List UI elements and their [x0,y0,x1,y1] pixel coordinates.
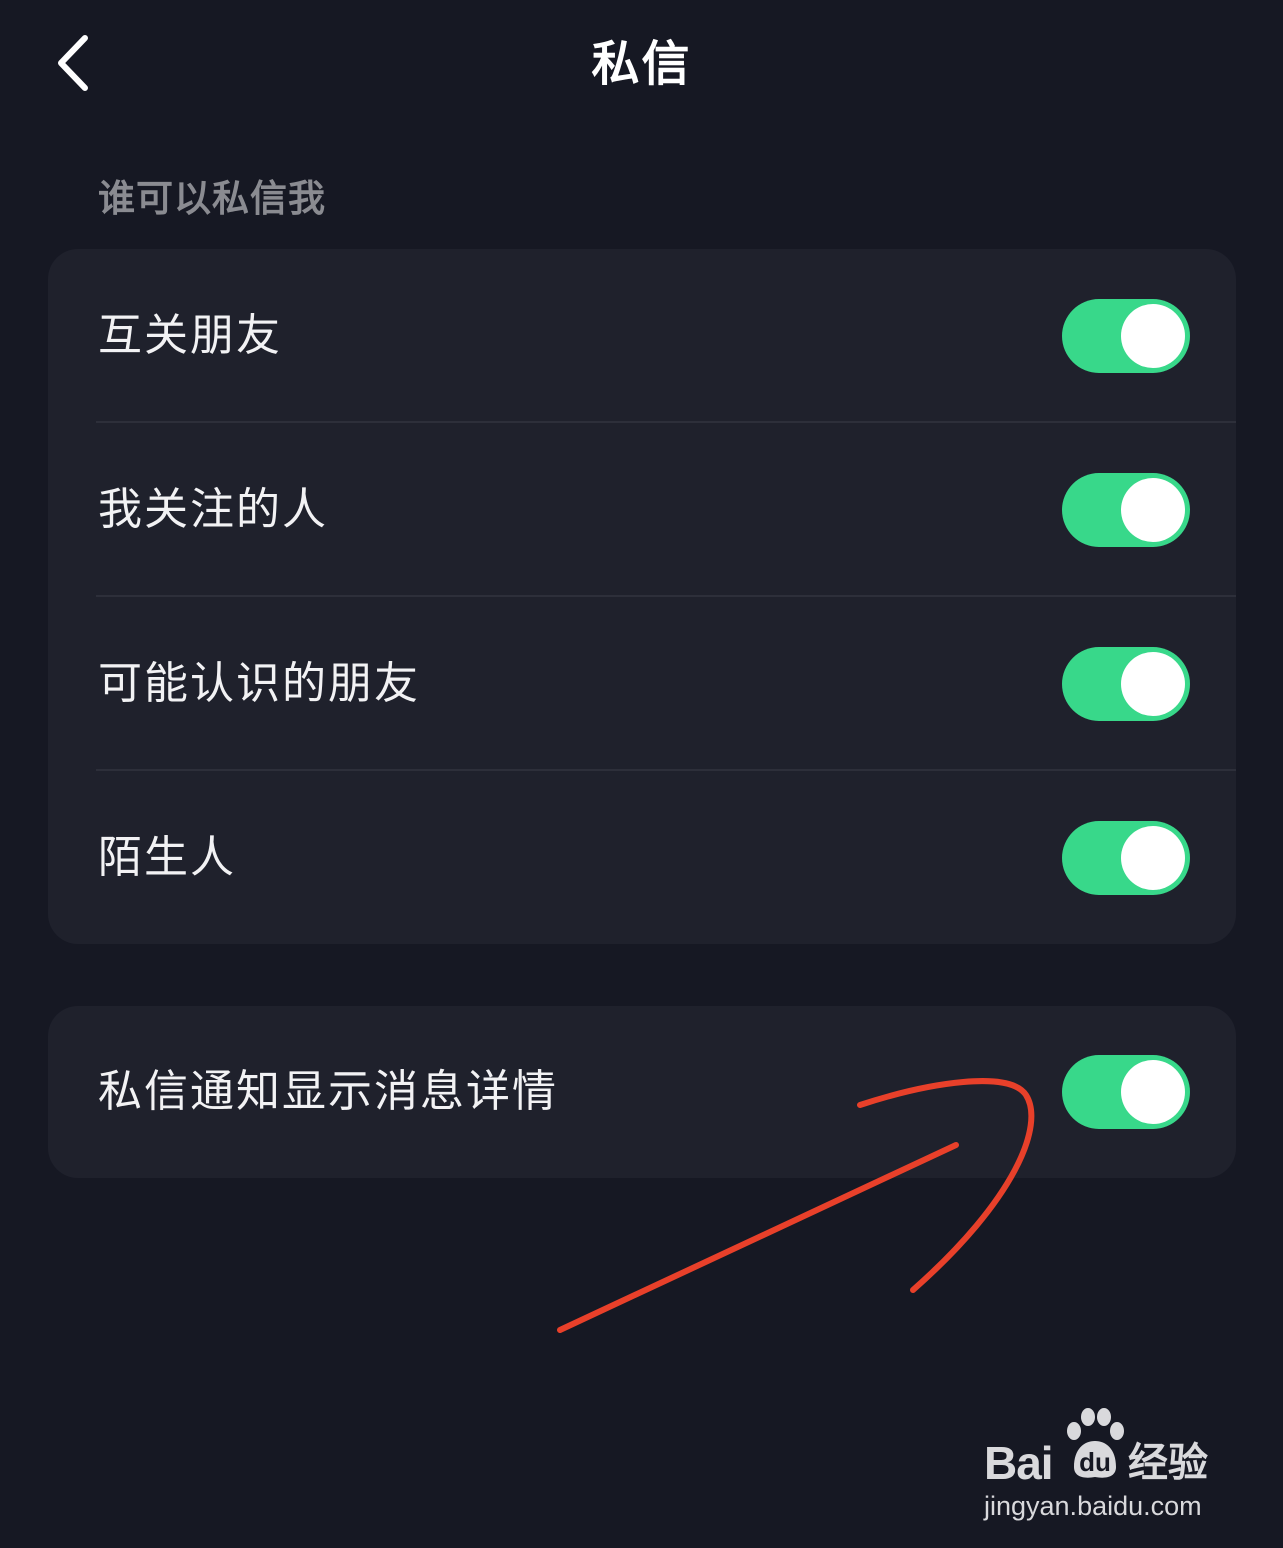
toggle-notification-details[interactable] [1062,1055,1190,1129]
setting-row-mutual-friends: 互关朋友 [48,249,1236,423]
setting-row-strangers: 陌生人 [48,771,1236,944]
watermark-du: du [1079,1447,1111,1477]
setting-row-people-you-may-know: 可能认识的朋友 [48,597,1236,771]
nav-bar: 私信 [0,0,1283,130]
setting-label: 私信通知显示消息详情 [98,1066,558,1117]
toggle-strangers[interactable] [1062,821,1190,895]
toggle-knob [1121,1060,1185,1124]
paw-icon: du [1067,1408,1124,1478]
setting-label: 陌生人 [98,832,236,883]
toggle-mutual-friends[interactable] [1062,299,1190,373]
setting-row-notification-details: 私信通知显示消息详情 [48,1006,1236,1178]
page-title: 私信 [591,36,692,92]
baidu-jingyan-watermark: du Bai 经验 jingyan.baidu.com [980,1405,1230,1535]
toggle-knob [1121,478,1185,542]
toggle-people-you-may-know[interactable] [1062,647,1190,721]
watermark-brand: Bai [984,1437,1054,1489]
toggle-people-i-follow[interactable] [1062,473,1190,547]
toggle-knob [1121,826,1185,890]
toggle-knob [1121,304,1185,368]
setting-label: 可能认识的朋友 [98,658,420,709]
toggle-knob [1121,652,1185,716]
privacy-settings-card: 互关朋友 我关注的人 可能认识的朋友 陌生人 [48,249,1236,944]
setting-label: 我关注的人 [98,484,328,535]
setting-label: 互关朋友 [98,310,282,361]
notification-settings-card: 私信通知显示消息详情 [48,1006,1236,1178]
section-title-who-can-message: 谁可以私信我 [98,177,326,220]
setting-row-people-i-follow: 我关注的人 [48,423,1236,597]
watermark-suffix: 经验 [1128,1440,1208,1486]
watermark-url: jingyan.baidu.com [984,1491,1202,1521]
